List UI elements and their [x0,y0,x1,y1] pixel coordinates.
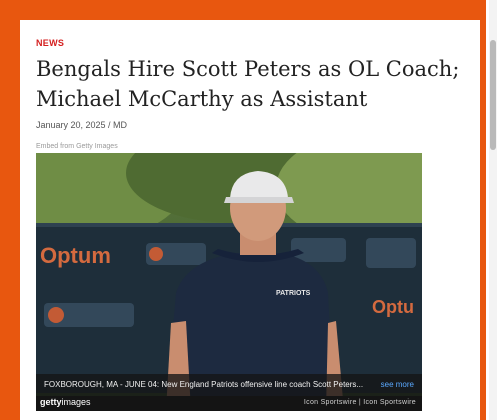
photo-credit: Icon Sportswire | Icon Sportswire [303,399,416,406]
scroll-thumb[interactable] [490,40,496,150]
coach-photo-image: Optum Optu PATRIOTS [36,153,422,411]
credit-bar: gettyimages Icon Sportswire | Icon Sport… [36,396,422,411]
getty-logo-light: images [61,397,91,407]
article-card: NEWS Bengals Hire Scott Peters as OL Coa… [20,20,480,420]
photo-caption: FOXBOROUGH, MA - JUNE 04: New England Pa… [44,380,364,389]
getty-images-logo[interactable]: gettyimages [40,397,91,407]
embed-source-note: Embed from Getty Images [36,143,118,150]
article-headline: Bengals Hire Scott Peters as OL Coach; M… [36,57,460,111]
getty-embed-photo[interactable]: Optum Optu PATRIOTS FOXBOROUGH, MA - JUN… [36,153,422,411]
see-more-link[interactable]: see more [381,380,414,389]
browser-scrollbar[interactable] [486,0,500,420]
caption-bar: FOXBOROUGH, MA - JUNE 04: New England Pa… [36,374,422,396]
shirt-logo-text: PATRIOTS [276,290,311,297]
category-label[interactable]: NEWS [36,38,64,48]
article-byline: January 20, 2025 / MD [36,120,128,130]
getty-logo-bold: getty [40,397,62,407]
banner-text-right: Optu [372,297,414,317]
banner-text-left: Optum [40,243,111,268]
